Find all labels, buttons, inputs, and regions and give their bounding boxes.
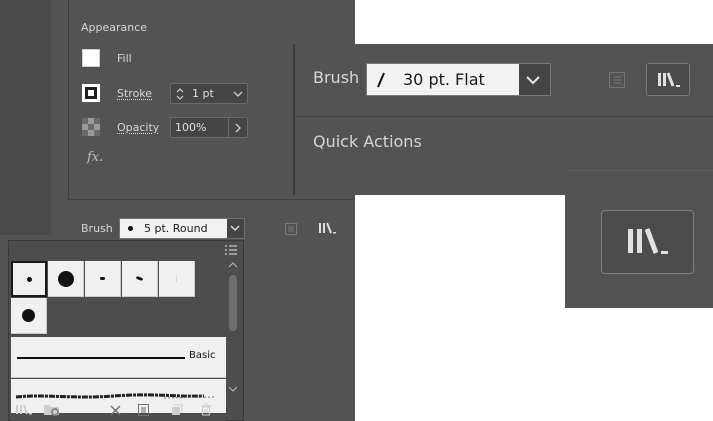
scroll-up-icon[interactable] bbox=[228, 261, 238, 269]
chevron-down-icon[interactable] bbox=[525, 75, 541, 85]
brush-row-basic[interactable]: Basic bbox=[11, 337, 226, 378]
opacity-checker-icon bbox=[82, 118, 100, 136]
stroke-weight-field[interactable]: 1 pt bbox=[170, 83, 248, 104]
section-divider bbox=[68, 199, 355, 200]
opacity-field[interactable]: 100% bbox=[170, 117, 248, 138]
zoom-brush-label: Brush bbox=[313, 68, 360, 87]
brush-dot-icon bbox=[57, 270, 74, 287]
appearance-title: Appearance bbox=[81, 21, 148, 34]
basic-stroke-preview bbox=[17, 357, 185, 359]
libraries-icon[interactable] bbox=[657, 72, 683, 89]
stroke-label[interactable]: Stroke bbox=[117, 87, 152, 100]
brush-dot-icon bbox=[100, 277, 105, 280]
chevron-down-icon[interactable] bbox=[233, 90, 243, 98]
opacity-value[interactable]: 100% bbox=[175, 121, 206, 134]
stroke-weight-value[interactable]: 1 pt bbox=[192, 87, 214, 100]
field-divider bbox=[228, 118, 229, 137]
fill-swatch[interactable] bbox=[82, 49, 100, 67]
libraries-icon[interactable] bbox=[15, 404, 35, 417]
options-icon[interactable] bbox=[609, 72, 625, 88]
zoom-brush-value: 30 pt. Flat bbox=[403, 70, 485, 89]
libraries-button-large[interactable] bbox=[601, 210, 694, 274]
chevron-right-icon[interactable] bbox=[234, 123, 242, 133]
brush-value: 5 pt. Round bbox=[144, 222, 208, 235]
panel-divider bbox=[68, 0, 69, 200]
brush-dot-icon bbox=[128, 226, 133, 231]
zoom-brush-value-box[interactable]: 30 pt. Flat bbox=[367, 64, 519, 95]
options-icon[interactable] bbox=[138, 404, 149, 416]
opacity-label[interactable]: Opacity bbox=[117, 121, 159, 134]
section-divider bbox=[295, 116, 713, 117]
brush-dot-icon bbox=[135, 275, 144, 282]
brush-swatch[interactable] bbox=[85, 261, 121, 297]
libraries-icon[interactable] bbox=[626, 227, 672, 259]
panel-divider bbox=[293, 44, 295, 195]
brush-grid: Basic bbox=[11, 261, 226, 421]
stepper-icon[interactable] bbox=[175, 86, 185, 102]
fill-label: Fill bbox=[117, 52, 132, 65]
scrollbar[interactable] bbox=[227, 261, 239, 399]
chevron-down-icon[interactable] bbox=[229, 225, 241, 233]
zoom-brush-dropdown[interactable]: 30 pt. Flat bbox=[366, 63, 551, 96]
brush-dot-icon bbox=[22, 309, 35, 322]
brush-swatch-selected[interactable] bbox=[11, 261, 47, 297]
folder-cloud-icon[interactable] bbox=[43, 403, 63, 417]
section-divider bbox=[565, 170, 713, 171]
scrollbar-thumb[interactable] bbox=[229, 275, 237, 331]
brush-swatch[interactable] bbox=[48, 261, 84, 297]
brush-dot-icon bbox=[26, 276, 32, 282]
menu-lines-icon[interactable] bbox=[225, 245, 237, 255]
flat-brush-icon bbox=[377, 72, 385, 88]
basic-label: Basic bbox=[189, 350, 216, 361]
left-toolbar-strip bbox=[0, 0, 51, 235]
options-icon[interactable] bbox=[285, 223, 297, 235]
brush-dot-icon bbox=[176, 275, 177, 282]
libraries-icon[interactable] bbox=[318, 222, 340, 236]
stroke-swatch[interactable] bbox=[82, 84, 100, 102]
delete-stroke-icon[interactable] bbox=[110, 405, 121, 416]
libraries-button[interactable] bbox=[646, 63, 690, 96]
popup-toolbar bbox=[9, 400, 243, 420]
brush-swatch[interactable] bbox=[122, 261, 158, 297]
zoomed-libraries-panel bbox=[565, 170, 713, 308]
brush-swatch[interactable] bbox=[11, 298, 47, 334]
brush-value-box[interactable]: 5 pt. Round bbox=[120, 219, 227, 238]
brush-dropdown[interactable]: 5 pt. Round bbox=[119, 218, 245, 239]
new-brush-icon[interactable] bbox=[171, 404, 183, 416]
trash-icon[interactable] bbox=[200, 403, 212, 416]
brush-library-popup: Basic bbox=[8, 240, 244, 421]
scroll-down-icon[interactable] bbox=[228, 385, 238, 393]
quick-actions-heading: Quick Actions bbox=[313, 132, 422, 151]
brush-label: Brush bbox=[81, 222, 113, 235]
brush-swatch[interactable] bbox=[159, 261, 195, 297]
fx-button[interactable]: fx. bbox=[87, 150, 103, 165]
